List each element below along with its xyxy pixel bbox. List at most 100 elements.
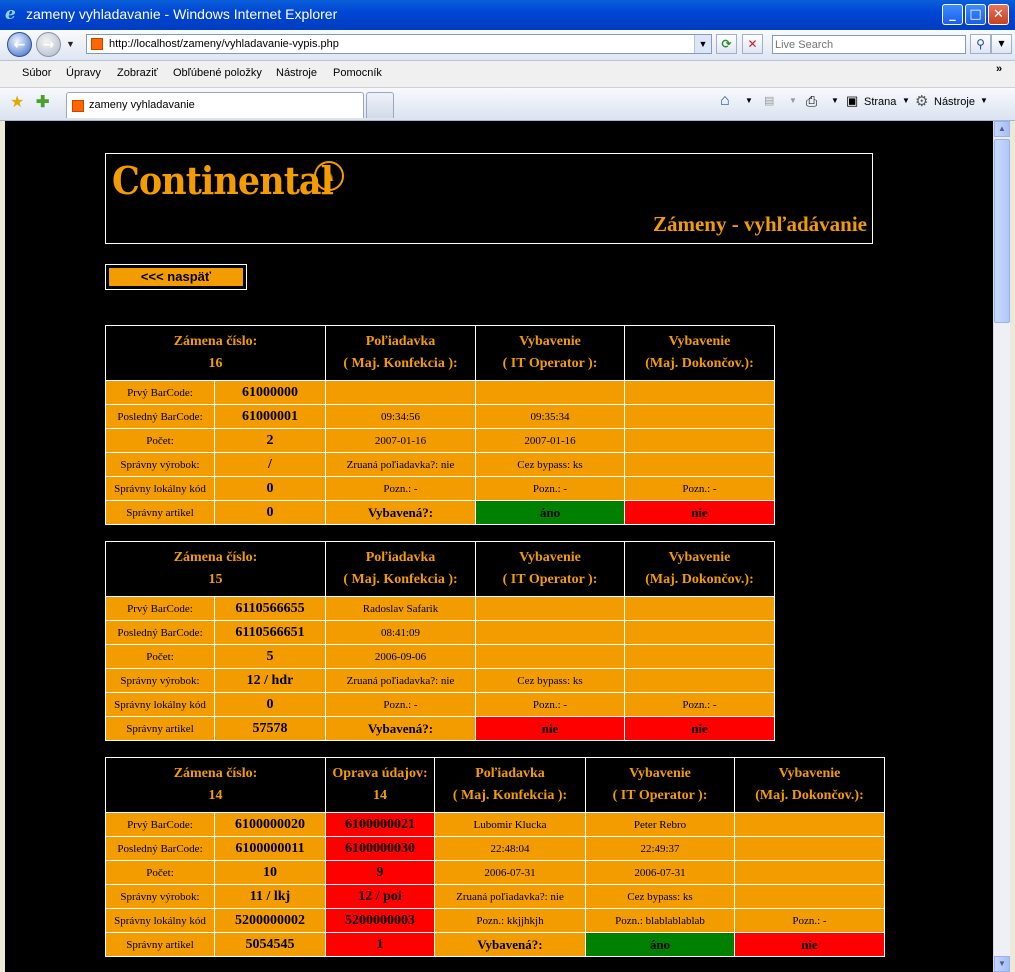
table-row: Správny lokálny kód 5200000002 5200000003 P…	[105, 908, 885, 933]
page-dropdown-icon[interactable]: ▼	[902, 96, 910, 105]
it-operator-header: Vybavenie ( IT Operator ):	[585, 757, 735, 813]
feeds-icon[interactable]: ▤	[764, 94, 774, 107]
vybavena-label: Vybavená?:	[325, 716, 476, 741]
feeds-dropdown-icon[interactable]: ▼	[789, 96, 797, 105]
dok-title-line2: (Maj. Dokončov.):	[755, 788, 864, 803]
back-button-label[interactable]: <<< naspäť	[108, 267, 244, 287]
record-table-16: Zámena číslo: 16 Poľiadavka ( Maj. Konfekci…	[105, 325, 775, 525]
row-value: 12 / hdr	[214, 668, 326, 693]
menu-subor[interactable]: Súbor	[22, 67, 51, 79]
it-title-line2: ( IT Operator ):	[502, 356, 598, 371]
add-favorite-icon[interactable]: ✚	[36, 92, 49, 112]
search-go-icon[interactable]: ⚲	[970, 34, 991, 54]
oprava-value: 1	[325, 932, 435, 957]
address-dropdown-icon[interactable]: ▼	[694, 35, 711, 53]
zamena-number-line2: 16	[208, 356, 223, 371]
dok-cell	[734, 836, 885, 861]
oprava-value: 6100000030	[325, 836, 435, 861]
tools-menu-label[interactable]: Nástroje	[934, 96, 975, 108]
page-content: Continental ♞ Zámeny - vyhľadávanie <<< …	[5, 121, 993, 972]
vertical-scrollbar[interactable]: ▲ ▼	[993, 121, 1010, 972]
record-table-15: Zámena číslo: 15 Poľiadavka ( Maj. Konfekci…	[105, 541, 775, 741]
page-menu-label[interactable]: Strana	[864, 96, 896, 108]
row-label: Správny výrobok:	[105, 668, 215, 693]
table-row: Správny artikel 57578 Vybavená?: nie nie	[105, 716, 775, 741]
scroll-thumb[interactable]	[994, 139, 1010, 323]
table-row: Počet: 10 9 2006-07-31 2006-07-31	[105, 860, 885, 885]
row-value: 0	[214, 692, 326, 717]
dok-cell	[624, 620, 775, 645]
page-icon[interactable]: ▣	[846, 93, 858, 109]
oprava-value: 6100000021	[325, 812, 435, 837]
row-value: 0	[214, 500, 326, 525]
window-frame-right	[1010, 121, 1015, 972]
page-header: Continental ♞ Zámeny - vyhľadávanie	[105, 153, 873, 244]
it-status-badge: áno	[585, 932, 735, 957]
forward-icon[interactable]: →	[36, 32, 61, 57]
home-dropdown-icon[interactable]: ▼	[745, 96, 753, 105]
dok-title-line2: (Maj. Dokončov.):	[645, 356, 754, 371]
search-field[interactable]	[772, 35, 966, 54]
tools-dropdown-icon[interactable]: ▼	[980, 96, 988, 105]
it-title-line2: ( IT Operator ):	[612, 788, 708, 803]
back-button[interactable]: <<< naspäť	[105, 264, 247, 290]
tab-active[interactable]: zameny vyhladavanie	[66, 92, 364, 118]
row-label: Posledný BarCode:	[105, 620, 215, 645]
stop-icon[interactable]: ✕	[742, 34, 763, 54]
new-tab-button[interactable]	[366, 92, 394, 118]
menu-bar: Súbor Úpravy Zobraziť Obľúbené položky N…	[0, 61, 1015, 88]
row-value: 0	[214, 476, 326, 501]
zamena-header: Zámena číslo: 16	[105, 325, 326, 381]
refresh-icon[interactable]: ⟳	[716, 34, 737, 54]
record-table-14: Zámena číslo: 14 Oprava údajov: 14 Poľiadavk…	[105, 757, 885, 957]
dok-status-badge: nie	[624, 500, 775, 525]
it-cell: Pozn.: -	[475, 692, 625, 717]
row-label: Posledný BarCode:	[105, 836, 215, 861]
table-row: Posledný BarCode: 6110566651 08:41:09	[105, 620, 775, 645]
it-cell: Cez bypass: ks	[475, 452, 625, 477]
menu-nastroje[interactable]: Nástroje	[276, 67, 317, 79]
table-row: Počet: 2 2007-01-16 2007-01-16	[105, 428, 775, 453]
continental-horse-icon: ♞	[314, 161, 344, 191]
address-bar-row: ← → ▼ http://localhost/zameny/vyhladavan…	[0, 30, 1015, 61]
zamena-header: Zámena číslo: 15	[105, 541, 326, 597]
search-input[interactable]	[775, 37, 961, 52]
table-row: Prvý BarCode: 61000000	[105, 380, 775, 405]
poziadavka-cell: 2006-07-31	[434, 860, 586, 885]
row-label: Prvý BarCode:	[105, 812, 215, 837]
row-label: Posledný BarCode:	[105, 404, 215, 429]
favorites-star-icon[interactable]: ★	[10, 92, 24, 112]
scroll-up-icon[interactable]: ▲	[994, 121, 1010, 137]
history-dropdown-icon[interactable]: ▼	[66, 39, 75, 49]
menu-oblubene[interactable]: Obľúbené položky	[173, 67, 262, 79]
table-row: Počet: 5 2006-09-06	[105, 644, 775, 669]
home-icon[interactable]: ⌂	[720, 92, 730, 110]
tools-gear-icon[interactable]: ⚙	[915, 92, 928, 110]
poziadavka-cell: Pozn.: kkjjhkjh	[434, 908, 586, 933]
poziadavka-title-line1: Poľiadavka	[365, 550, 436, 565]
back-icon[interactable]: ←	[7, 32, 32, 57]
menu-pomocnik[interactable]: Pomocník	[333, 67, 382, 79]
address-text[interactable]: http://localhost/zameny/vyhladavanie-vyp…	[109, 38, 339, 50]
print-icon[interactable]: ⎙	[806, 93, 817, 110]
menu-upravy[interactable]: Úpravy	[66, 67, 101, 79]
minimize-button[interactable]: _	[942, 4, 963, 25]
print-dropdown-icon[interactable]: ▼	[831, 96, 839, 105]
table-row: Správny výrobok: 12 / hdr Zruaná poľiadavk…	[105, 668, 775, 693]
toolbar-overflow-icon[interactable]: »	[996, 63, 1002, 75]
it-title-line1: Vybavenie	[629, 766, 691, 781]
scroll-down-icon[interactable]: ▼	[994, 956, 1010, 972]
row-value: 61000000	[214, 380, 326, 405]
address-field[interactable]: http://localhost/zameny/vyhladavanie-vyp…	[86, 34, 712, 54]
it-cell: Pozn.: blablablablab	[585, 908, 735, 933]
table-row: Posledný BarCode: 61000001 09:34:56 09:35:3…	[105, 404, 775, 429]
dok-status-badge: nie	[624, 716, 775, 741]
menu-zobrazit[interactable]: Zobraziť	[117, 67, 158, 79]
row-value: 10	[214, 860, 326, 885]
oprava-value: 9	[325, 860, 435, 885]
page-title: Zámeny - vyhľadávanie	[652, 212, 867, 236]
maximize-button[interactable]: □	[965, 4, 986, 25]
close-window-button[interactable]: ✕	[988, 4, 1009, 25]
poziadavka-cell: 2006-09-06	[325, 644, 476, 669]
search-options-icon[interactable]: ▼	[991, 34, 1012, 54]
